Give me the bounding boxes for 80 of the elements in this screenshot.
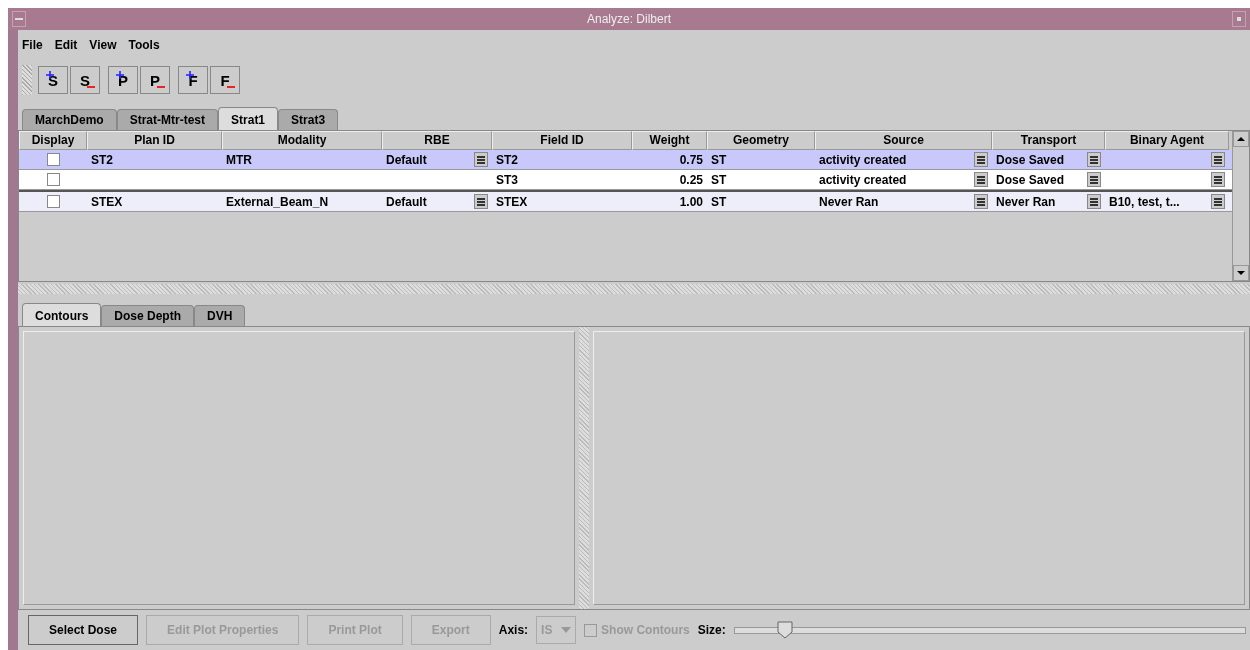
table-cell: ST2 — [496, 152, 518, 167]
table-cell: B10, test, t... — [1109, 194, 1180, 209]
menu-icon[interactable] — [1211, 152, 1225, 167]
remove-tool-button[interactable]: P — [140, 66, 170, 94]
table-cell-text: 0.75 — [678, 152, 704, 167]
table-cell: Default — [386, 194, 427, 209]
column-header[interactable]: Geometry — [707, 131, 815, 150]
add-tool-button[interactable]: P — [108, 66, 138, 94]
table-cell: ST — [711, 152, 727, 167]
menu-item[interactable]: Tools — [128, 38, 160, 52]
column-header[interactable]: Field ID — [492, 131, 632, 150]
table-cell: activity created — [819, 172, 907, 187]
table-cell: MTR — [226, 152, 252, 167]
table-row[interactable]: ST3 0.25 ST activity created Dose Saved — [19, 170, 1232, 190]
add-tool-button[interactable]: S — [38, 66, 68, 94]
plot-action-button[interactable]: Select Dose — [28, 615, 139, 645]
column-header[interactable]: Weight — [632, 131, 707, 150]
menu-item[interactable]: View — [89, 38, 117, 52]
table-cell-text: 1.00 — [678, 194, 704, 209]
table-cell: Dose Saved — [996, 152, 1065, 167]
column-header[interactable]: Source — [815, 131, 992, 150]
table-cell: ST — [711, 194, 727, 209]
column-header[interactable]: Display — [19, 131, 87, 150]
view-tab[interactable]: Dose Depth — [101, 305, 194, 326]
table-cell: STEX — [91, 194, 123, 209]
splitter-handle[interactable] — [18, 284, 1250, 294]
table-cell: Never Ran — [996, 194, 1056, 209]
window-title: Analyze: Dilbert — [585, 12, 672, 26]
table-cell-text: 0.25 — [678, 172, 704, 187]
slider-thumb[interactable] — [777, 621, 793, 639]
table-cell: Dose Saved — [996, 172, 1065, 187]
column-header[interactable]: RBE — [382, 131, 492, 150]
column-header[interactable]: Plan ID — [87, 131, 222, 150]
display-checkbox[interactable] — [46, 153, 60, 166]
strategy-tab[interactable]: Strat-Mtr-test — [116, 109, 219, 130]
remove-tool-button[interactable]: S — [70, 66, 100, 94]
menu-icon[interactable] — [974, 194, 988, 209]
axis-label: Axis: — [498, 623, 529, 637]
menu-icon[interactable] — [1087, 172, 1101, 187]
view-tab[interactable]: DVH — [194, 305, 246, 326]
menu-icon[interactable] — [1211, 172, 1225, 187]
add-tool-button[interactable]: F — [178, 66, 208, 94]
table-cell: Default — [386, 152, 427, 167]
menu-icon[interactable] — [474, 194, 488, 209]
size-label: Size: — [697, 623, 726, 637]
column-header[interactable]: Transport — [992, 131, 1105, 150]
minus-icon — [157, 86, 165, 89]
table-cell: Never Ran — [819, 194, 879, 209]
splitter-handle[interactable] — [579, 327, 589, 609]
menu-icon[interactable] — [474, 152, 488, 167]
strategy-tab[interactable]: Strat3 — [278, 109, 339, 130]
view-tab[interactable]: Contours — [22, 303, 102, 326]
display-checkbox[interactable] — [46, 173, 60, 186]
remove-tool-button[interactable]: F — [210, 66, 240, 94]
scrollbar[interactable] — [1232, 131, 1249, 281]
table-cell: activity created — [819, 152, 907, 167]
table-row[interactable]: ST2 MTR Default ST2 0.75 ST activity created Dose Saved — [19, 150, 1232, 170]
minimize-icon[interactable] — [1232, 11, 1246, 27]
table-cell: STEX — [496, 194, 528, 209]
menu-icon[interactable] — [974, 152, 988, 167]
window-menu-icon[interactable] — [12, 11, 26, 27]
column-header[interactable]: Modality — [222, 131, 382, 150]
toolbar-grip[interactable] — [22, 65, 32, 95]
menu-icon[interactable] — [1087, 194, 1101, 209]
table-row[interactable]: STEX External_Beam_N Default STEX 1.00 ST Never Ran Never Ran B10, test, t... — [19, 190, 1232, 212]
strategy-tab[interactable]: MarchDemo — [22, 109, 117, 130]
table-cell: External_Beam_N — [226, 194, 329, 209]
minus-icon — [227, 86, 235, 89]
table-cell: ST2 — [91, 152, 113, 167]
table-cell: ST3 — [496, 172, 518, 187]
menu-icon[interactable] — [1087, 152, 1101, 167]
menu-icon[interactable] — [1211, 194, 1225, 209]
strategy-tab[interactable]: Strat1 — [218, 107, 279, 130]
menu-item[interactable]: Edit — [54, 38, 78, 52]
menu-item[interactable]: File — [22, 38, 43, 52]
column-header[interactable]: Binary Agent — [1105, 131, 1229, 150]
minus-icon — [87, 86, 95, 89]
display-checkbox[interactable] — [46, 195, 60, 208]
table-cell: ST — [711, 172, 727, 187]
menu-icon[interactable] — [974, 172, 988, 187]
